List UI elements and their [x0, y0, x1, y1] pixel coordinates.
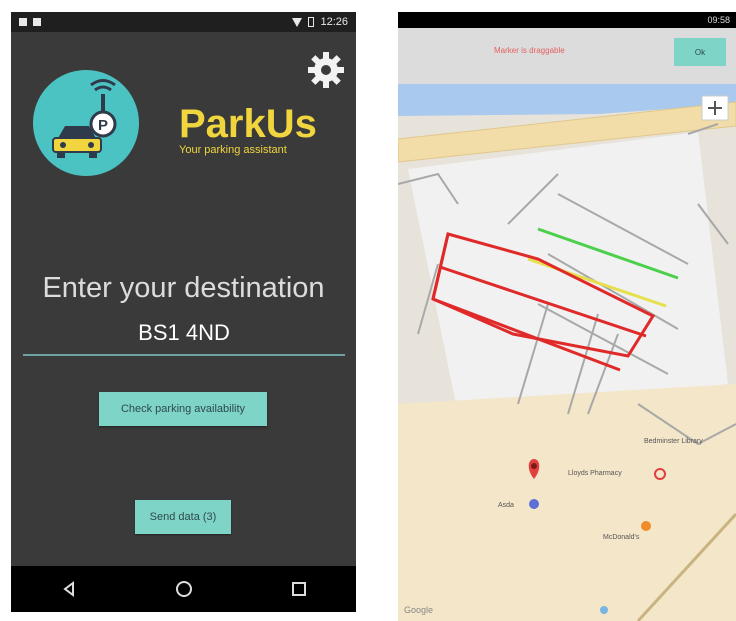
nav-back-icon[interactable]	[49, 574, 89, 604]
nav-home-icon[interactable]	[164, 574, 204, 604]
marker-hint: Marker is draggable	[494, 46, 565, 55]
status-time: 12:26	[320, 16, 348, 28]
locate-icon[interactable]	[701, 95, 729, 121]
food-label: McDonald's	[603, 534, 640, 541]
notification-icon	[19, 18, 27, 26]
map-screen: 09:58 Marker is draggable Ok Bedminster …	[398, 12, 736, 621]
pharmacy-label: Lloyds Pharmacy	[568, 470, 622, 477]
status-bar: 12:26	[11, 12, 356, 32]
send-data-button[interactable]: Send data (3)	[135, 500, 231, 534]
ok-button[interactable]: Ok	[674, 38, 726, 66]
check-parking-button[interactable]: Check parking availability	[99, 392, 267, 426]
google-attribution: Google	[404, 605, 434, 615]
town-area	[398, 384, 736, 621]
food-poi-icon[interactable]	[641, 521, 651, 531]
settings-gear-icon[interactable]	[306, 50, 346, 90]
sim-icon	[33, 18, 41, 26]
app-title: ParkUs	[179, 102, 317, 146]
battery-icon	[308, 17, 315, 27]
transit-poi-icon[interactable]	[600, 606, 608, 614]
navigation-bar	[11, 566, 356, 612]
status-bar: 09:58	[398, 12, 736, 28]
status-time: 09:58	[707, 15, 730, 25]
wifi-icon	[292, 17, 303, 27]
svg-text:P: P	[98, 117, 108, 134]
destination-input[interactable]	[23, 312, 345, 356]
map-view[interactable]	[398, 84, 736, 621]
nav-recents-icon[interactable]	[279, 574, 319, 604]
library-label: Bedminster Library	[644, 438, 703, 445]
app-screen: 12:26 P ParkUs Your parking assistant En…	[11, 12, 356, 612]
store-poi-icon[interactable]	[529, 499, 539, 509]
destination-label: Enter your destination	[42, 272, 325, 304]
store-label: Asda	[498, 502, 514, 509]
app-subtitle: Your parking assistant	[179, 144, 287, 156]
parking-logo-icon: P	[33, 70, 139, 176]
